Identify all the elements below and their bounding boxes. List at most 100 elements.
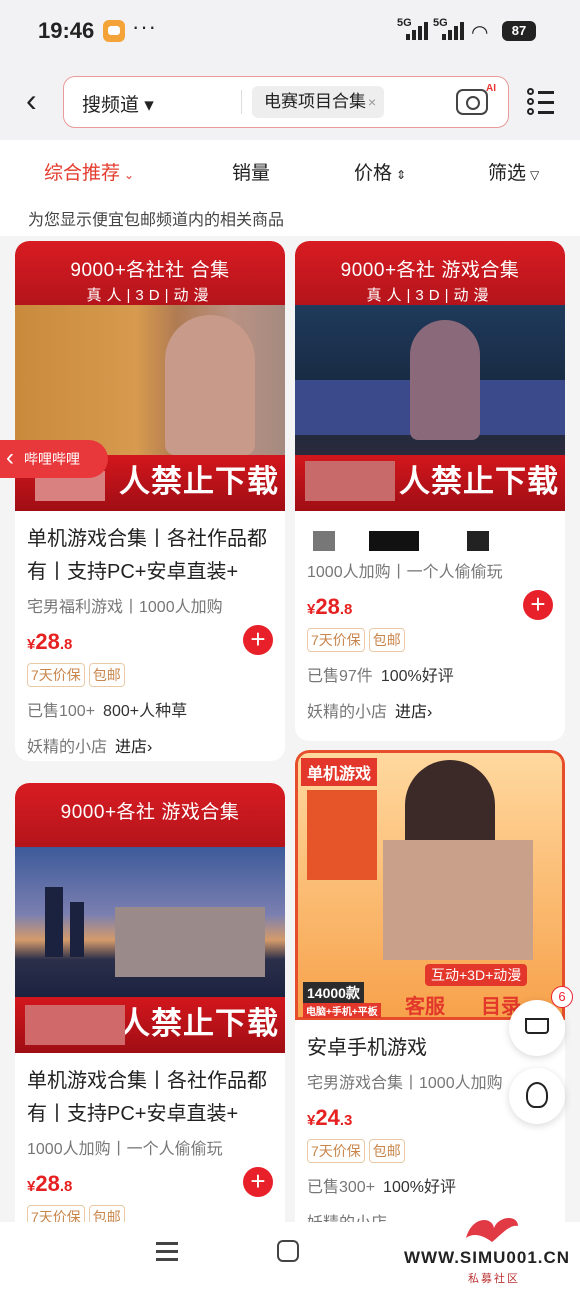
chevron-down-icon: ⌄ — [124, 168, 135, 182]
tag-price-protect: 7天价保 — [307, 1139, 365, 1163]
watermark-logo-icon — [466, 1217, 518, 1242]
product-subtitle: 1000人加购丨一个人偷偷玩 — [27, 1141, 223, 1158]
enter-shop-link[interactable]: 进店› — [395, 704, 432, 721]
product-card[interactable]: 9000+各社社 合集 真人|3D|动漫 人禁止下载 单机游戏合集丨各社作品都有… — [15, 241, 285, 761]
shop-name: 妖精的小店 — [27, 739, 108, 756]
shop-row[interactable]: 妖精的小店 进店› — [27, 733, 273, 757]
price-dec: .8 — [59, 1178, 73, 1195]
battery-indicator: 87 — [502, 21, 536, 41]
tag-price-protect: 7天价保 — [27, 663, 85, 687]
price-dec: .3 — [339, 1112, 353, 1129]
tag-free-shipping: 包邮 — [88, 663, 125, 687]
add-to-cart-button[interactable]: + — [243, 625, 273, 655]
tag-free-shipping: 包邮 — [368, 1139, 405, 1163]
watermark: WWW.SIMU001.CN 私募社区 — [402, 1208, 580, 1286]
banner-title: 9000+各社 游戏合集 — [60, 802, 240, 823]
enter-shop-link[interactable]: 进店› — [115, 739, 152, 756]
result-hint-text: 为您显示便宜包邮频道内的相关商品 — [28, 212, 285, 229]
result-hint: 为您显示便宜包邮频道内的相关商品 — [0, 200, 580, 236]
mosaic-blur — [383, 840, 533, 960]
ai-badge: AI — [486, 83, 496, 94]
product-subtitle: 宅男福利游戏丨1000人加购 — [27, 599, 223, 616]
query-chip-label: 电赛项目合集 — [264, 92, 366, 111]
sold-count: 已售97件 — [307, 668, 373, 685]
query-chip[interactable]: 电赛项目合集 × — [252, 86, 385, 118]
sales-info: 已售100+ 800+人种草 — [27, 697, 273, 721]
tab-recommend[interactable]: 综合推荐 ⌄ — [44, 158, 134, 185]
cart-badge: 6 — [551, 986, 573, 1008]
product-title[interactable]: 单机游戏合集丨各社作品都有丨支持PC+安卓直装+ — [27, 1065, 273, 1131]
channel-label: 搜频道 — [82, 95, 140, 116]
product-card[interactable]: 9000+各社 游戏合集 真人|3D|动漫 人禁止下载 1000人加购丨一个人偷… — [295, 241, 565, 741]
floating-bilibili-tab[interactable]: 哔哩哔哩 — [0, 439, 108, 478]
product-price: ¥24.3 — [307, 1105, 352, 1131]
product-card[interactable]: 单机游戏 14000款 电脑+手机+平板 互动+3D+动漫 客服 目录 安卓手机… — [295, 750, 565, 1250]
product-card[interactable]: 9000+各社 游戏合集 人禁止下载 单机游戏合集丨各社作品都有丨支持PC+安卓… — [15, 783, 285, 1243]
sold-count: 已售300+ — [307, 1179, 376, 1196]
more-notifications-icon: ··· — [132, 14, 157, 39]
search-header: ‹ 搜频道 ▾ 电赛项目合集 × AI — [0, 62, 580, 140]
price-dec: .8 — [339, 601, 353, 618]
building-shape — [70, 902, 84, 957]
cart-button[interactable]: 6 — [509, 986, 573, 1056]
mosaic-blur — [25, 1005, 125, 1045]
tab-filter[interactable]: 筛选 ▽ — [488, 158, 539, 185]
back-arrow-icon[interactable]: ‹ — [26, 84, 50, 116]
banner: 9000+各社社 合集 真人|3D|动漫 — [15, 241, 285, 305]
building-shape — [45, 887, 63, 957]
product-photo — [15, 847, 285, 997]
channel-selector[interactable]: 搜频道 ▾ — [82, 90, 154, 117]
shop-name: 妖精的小店 — [307, 704, 388, 721]
customer-service-button[interactable] — [509, 1068, 565, 1124]
add-to-cart-button[interactable]: + — [243, 1167, 273, 1197]
tab-price[interactable]: 价格 ⇕ — [354, 158, 406, 185]
cart-icon — [525, 1018, 549, 1034]
sales-info: 已售300+ 100%好评 — [307, 1173, 553, 1197]
app-notification-icon — [103, 20, 125, 42]
signal-icon-2 — [442, 22, 466, 40]
sold-count: 已售100+ — [27, 703, 96, 720]
watermark-name: 私募社区 — [468, 1273, 520, 1285]
product-price: ¥28.8 — [27, 629, 72, 655]
product-photo — [295, 305, 565, 455]
shop-row[interactable]: 妖精的小店 进店› — [307, 698, 553, 722]
home-icon[interactable] — [277, 1240, 299, 1262]
poster-title: 单机游戏 — [301, 758, 378, 786]
sort-tabs: 综合推荐 ⌄ 销量 价格 ⇕ 筛选 ▽ — [0, 140, 580, 200]
rating: 100%好评 — [383, 1179, 456, 1196]
poster-service: 客服 — [405, 996, 445, 1018]
list-view-icon[interactable] — [527, 88, 555, 116]
filter-icon: ▽ — [530, 168, 540, 182]
product-price: ¥28.8 — [27, 1171, 72, 1197]
status-bar: 19:46 ··· 5G 5G ◠ 87 — [0, 0, 580, 62]
tab-sales[interactable]: 销量 — [232, 158, 270, 185]
chevron-down-icon: ▾ — [144, 95, 154, 116]
tab-recommend-label: 综合推荐 — [44, 163, 121, 184]
product-image[interactable]: 9000+各社 游戏合集 人禁止下载 — [15, 783, 285, 1053]
clock: 19:46 — [38, 18, 95, 43]
wifi-icon: ◠ — [471, 22, 489, 44]
product-photo — [15, 305, 285, 455]
product-grid: 9000+各社社 合集 真人|3D|动漫 人禁止下载 单机游戏合集丨各社作品都有… — [0, 236, 580, 1250]
banner-title: 9000+各社 游戏合集 — [340, 260, 520, 281]
price-int: 28 — [35, 1171, 60, 1196]
search-box[interactable]: 搜频道 ▾ 电赛项目合集 × AI — [63, 76, 509, 128]
add-to-cart-button[interactable]: + — [523, 590, 553, 620]
product-price: ¥28.8 — [307, 594, 352, 620]
product-image[interactable]: 9000+各社 游戏合集 真人|3D|动漫 人禁止下载 — [295, 241, 565, 511]
search-divider — [241, 90, 242, 114]
redaction-block — [369, 531, 419, 551]
service-icon — [526, 1082, 548, 1108]
product-image[interactable]: 单机游戏 14000款 电脑+手机+平板 互动+3D+动漫 客服 目录 — [295, 750, 565, 1020]
figure-shape — [165, 315, 255, 455]
banner-title: 9000+各社社 合集 — [70, 260, 230, 281]
redaction-block — [313, 531, 335, 551]
camera-search-icon[interactable] — [456, 89, 488, 115]
sales-info: 已售97件 100%好评 — [307, 662, 553, 686]
product-title[interactable]: 单机游戏合集丨各社作品都有丨支持PC+安卓直装+ — [27, 523, 273, 589]
recent-apps-icon[interactable] — [156, 1242, 178, 1262]
banner: 9000+各社 游戏合集 真人|3D|动漫 — [295, 241, 565, 305]
price-dec: .8 — [59, 636, 73, 653]
figure-shape — [410, 320, 480, 440]
close-icon[interactable]: × — [368, 94, 376, 110]
